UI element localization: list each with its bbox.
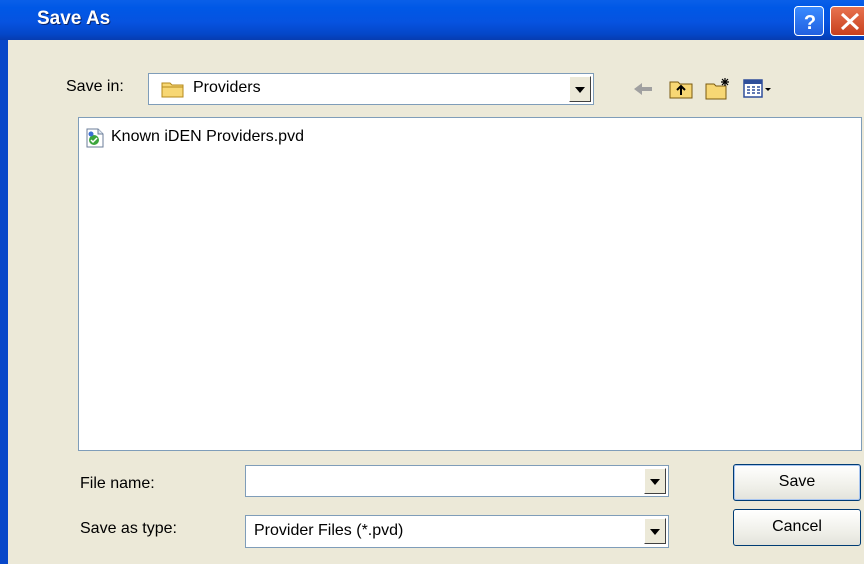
save-as-type-dropdown-button[interactable] [644,518,666,544]
save-in-dropdown[interactable]: Providers [148,73,594,105]
file-name-dropdown-button[interactable] [644,468,666,494]
chevron-down-icon [650,479,660,485]
pvd-file-icon [86,128,104,148]
cancel-button[interactable]: Cancel [733,509,861,546]
file-name-label: File name: [80,475,155,492]
save-button[interactable]: Save [733,464,861,501]
file-name-combo[interactable] [245,465,669,497]
new-folder-icon[interactable] [704,76,732,102]
help-icon: ? [804,12,816,34]
title-bar[interactable]: Save As ? [0,0,864,40]
save-as-type-dropdown[interactable]: Provider Files (*.pvd) [245,515,669,548]
window-title: Save As [37,8,111,29]
help-button[interactable]: ? [794,6,824,36]
back-arrow-icon[interactable] [630,76,656,102]
save-as-type-label: Save as type: [80,520,177,537]
view-menu-icon[interactable] [742,76,772,102]
save-as-type-value: Provider Files (*.pvd) [254,522,404,539]
file-name-text: Known iDEN Providers.pvd [111,128,304,145]
save-in-label: Save in: [66,78,124,95]
close-icon [840,12,860,31]
save-in-value: Providers [193,79,261,96]
window-frame-left [0,40,8,564]
up-one-level-icon[interactable] [668,76,694,102]
folder-icon [161,82,184,98]
chevron-down-icon [575,87,585,93]
file-name-input[interactable] [250,470,634,494]
save-in-dropdown-button[interactable] [569,76,591,102]
save-as-dialog: Save As ? Save in: Providers Known iDEN … [0,0,864,564]
close-button[interactable] [830,6,864,36]
svg-text:?: ? [804,12,816,34]
file-list[interactable]: Known iDEN Providers.pvd [78,117,862,451]
chevron-down-icon [650,529,660,535]
